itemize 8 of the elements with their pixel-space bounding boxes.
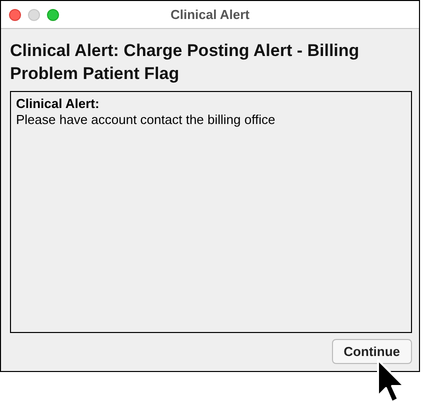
alert-heading: Clinical Alert: Charge Posting Alert - Billing Problem Patient Flag	[10, 40, 360, 85]
continue-button[interactable]: Continue	[332, 339, 412, 364]
close-button[interactable]	[9, 8, 21, 20]
window-title: Clinical Alert	[170, 7, 250, 22]
message-label: Clinical Alert:	[16, 96, 100, 112]
message-text: Please have account contact the billing office	[16, 112, 276, 128]
zoom-button[interactable]	[47, 8, 59, 20]
minimize-button[interactable]	[28, 8, 40, 20]
